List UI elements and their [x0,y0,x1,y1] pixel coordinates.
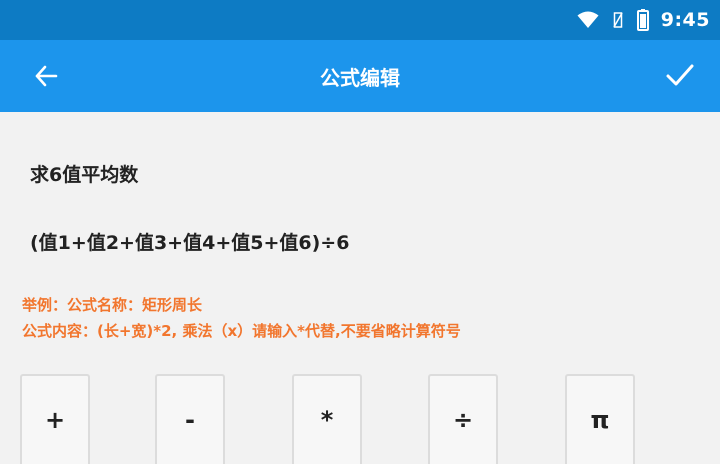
key-pi[interactable]: π [565,374,635,464]
app-bar: 公式编辑 [0,40,720,112]
formula-name-input[interactable] [30,162,670,184]
battery-icon [636,9,649,31]
checkmark-icon [665,63,695,93]
confirm-button[interactable] [658,56,702,100]
status-time: 9:45 [660,9,710,31]
signal-off-icon [613,11,623,29]
status-bar: 9:45 [0,0,720,40]
wifi-icon [577,11,599,29]
key-multiply[interactable]: * [292,374,362,464]
key-plus[interactable]: + [20,374,90,464]
key-minus[interactable]: - [155,374,225,464]
formula-content-input[interactable] [30,230,670,252]
hint-example-content: 公式内容：(长+宽)*2, 乘法（x）请输入*代替,不要省略计算符号 [22,322,461,340]
formula-editor: 举例：公式名称：矩形周长 公式内容：(长+宽)*2, 乘法（x）请输入*代替,不… [0,112,720,464]
page-title: 公式编辑 [320,66,400,90]
key-divide[interactable]: ÷ [428,374,498,464]
operator-keypad: + - * ÷ π [20,374,720,464]
hint-example-name: 举例：公式名称：矩形周长 [22,296,203,314]
